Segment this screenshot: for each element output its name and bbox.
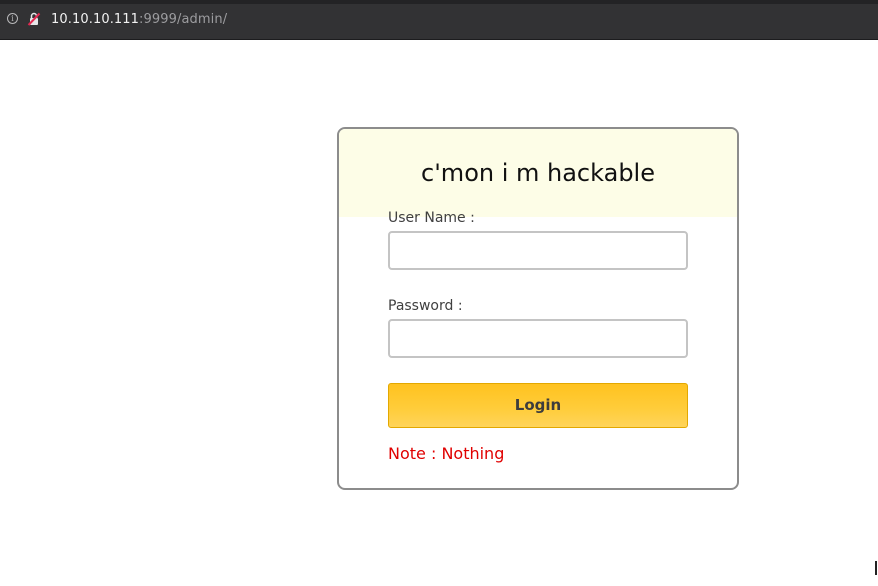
login-card: c'mon i m hackable User Name : Password …: [337, 127, 739, 490]
url-path: :9999/admin/: [139, 12, 228, 27]
password-label: Password :: [388, 298, 463, 314]
login-button[interactable]: Login: [388, 383, 688, 428]
url-host: 10.10.10.111: [51, 12, 140, 27]
password-input[interactable]: [388, 319, 688, 358]
username-label: User Name :: [388, 210, 475, 226]
url-text[interactable]: 10.10.10.111:9999/admin/: [51, 12, 227, 28]
browser-toolbar-edge: [0, 0, 878, 4]
note-text: Note : Nothing: [388, 444, 505, 463]
login-title: c'mon i m hackable: [421, 159, 655, 187]
username-input[interactable]: [388, 231, 688, 270]
site-info-icon[interactable]: i: [7, 13, 18, 24]
browser-address-bar: i 10.10.10.111:9999/admin/: [0, 0, 878, 40]
text-cursor-mark: [875, 561, 877, 575]
insecure-connection-icon[interactable]: [27, 12, 41, 26]
